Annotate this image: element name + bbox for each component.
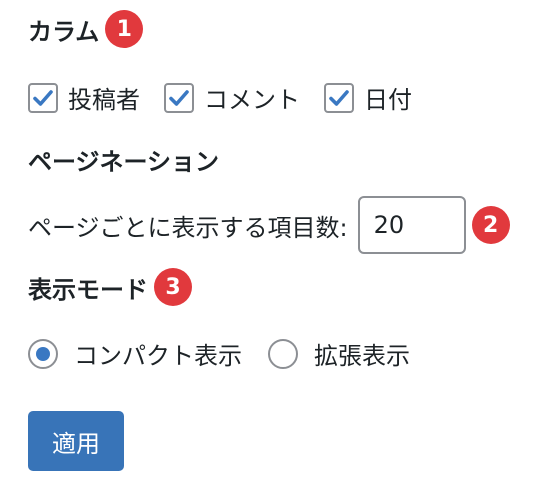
per-page-label: ページごとに表示する項目数: — [28, 213, 348, 242]
compact-label: コンパクト表示 — [74, 342, 242, 370]
view-mode-heading: 表示モード 3 — [28, 268, 192, 306]
date-checkbox[interactable] — [324, 82, 354, 113]
apply-button[interactable]: 適用 — [28, 411, 124, 471]
columns-checkbox-group: 投稿者 コメント 日付 — [28, 80, 436, 115]
comments-label: コメント — [204, 86, 300, 114]
extended-label: 拡張表示 — [314, 342, 410, 370]
view-mode-radio-group: コンパクト表示 拡張表示 — [28, 336, 436, 371]
view-mode-title: 表示モード — [28, 275, 148, 304]
column-toggle-comments[interactable]: コメント — [164, 80, 300, 115]
column-toggle-author[interactable]: 投稿者 — [28, 80, 140, 115]
step-badge-2: 2 — [471, 206, 510, 244]
checkmark-icon — [33, 89, 53, 106]
view-mode-extended-option[interactable]: 拡張表示 — [268, 336, 410, 371]
view-mode-compact-option[interactable]: コンパクト表示 — [28, 336, 242, 371]
per-page-row: ページごとに表示する項目数: 2 — [28, 196, 510, 254]
step-badge-1: 1 — [105, 10, 144, 48]
checkmark-icon — [169, 89, 189, 106]
pagination-title: ページネーション — [28, 148, 220, 176]
screen-options-panel: カラム 1 投稿者 コメント 日付 ページネーション ページごとに表示する項目数… — [0, 0, 540, 480]
pagination-heading: ページネーション — [28, 142, 219, 177]
date-label: 日付 — [364, 86, 412, 114]
column-toggle-date[interactable]: 日付 — [324, 80, 412, 115]
compact-radio[interactable] — [28, 338, 58, 369]
per-page-input[interactable] — [357, 196, 466, 254]
columns-title: カラム — [28, 17, 100, 46]
columns-heading: カラム 1 — [28, 10, 144, 48]
author-label: 投稿者 — [68, 86, 140, 114]
author-checkbox[interactable] — [28, 82, 58, 113]
extended-radio[interactable] — [268, 338, 298, 369]
checkmark-icon — [329, 89, 349, 106]
comments-checkbox[interactable] — [164, 82, 194, 113]
step-badge-3: 3 — [154, 268, 192, 306]
radio-selected-dot — [36, 346, 50, 361]
